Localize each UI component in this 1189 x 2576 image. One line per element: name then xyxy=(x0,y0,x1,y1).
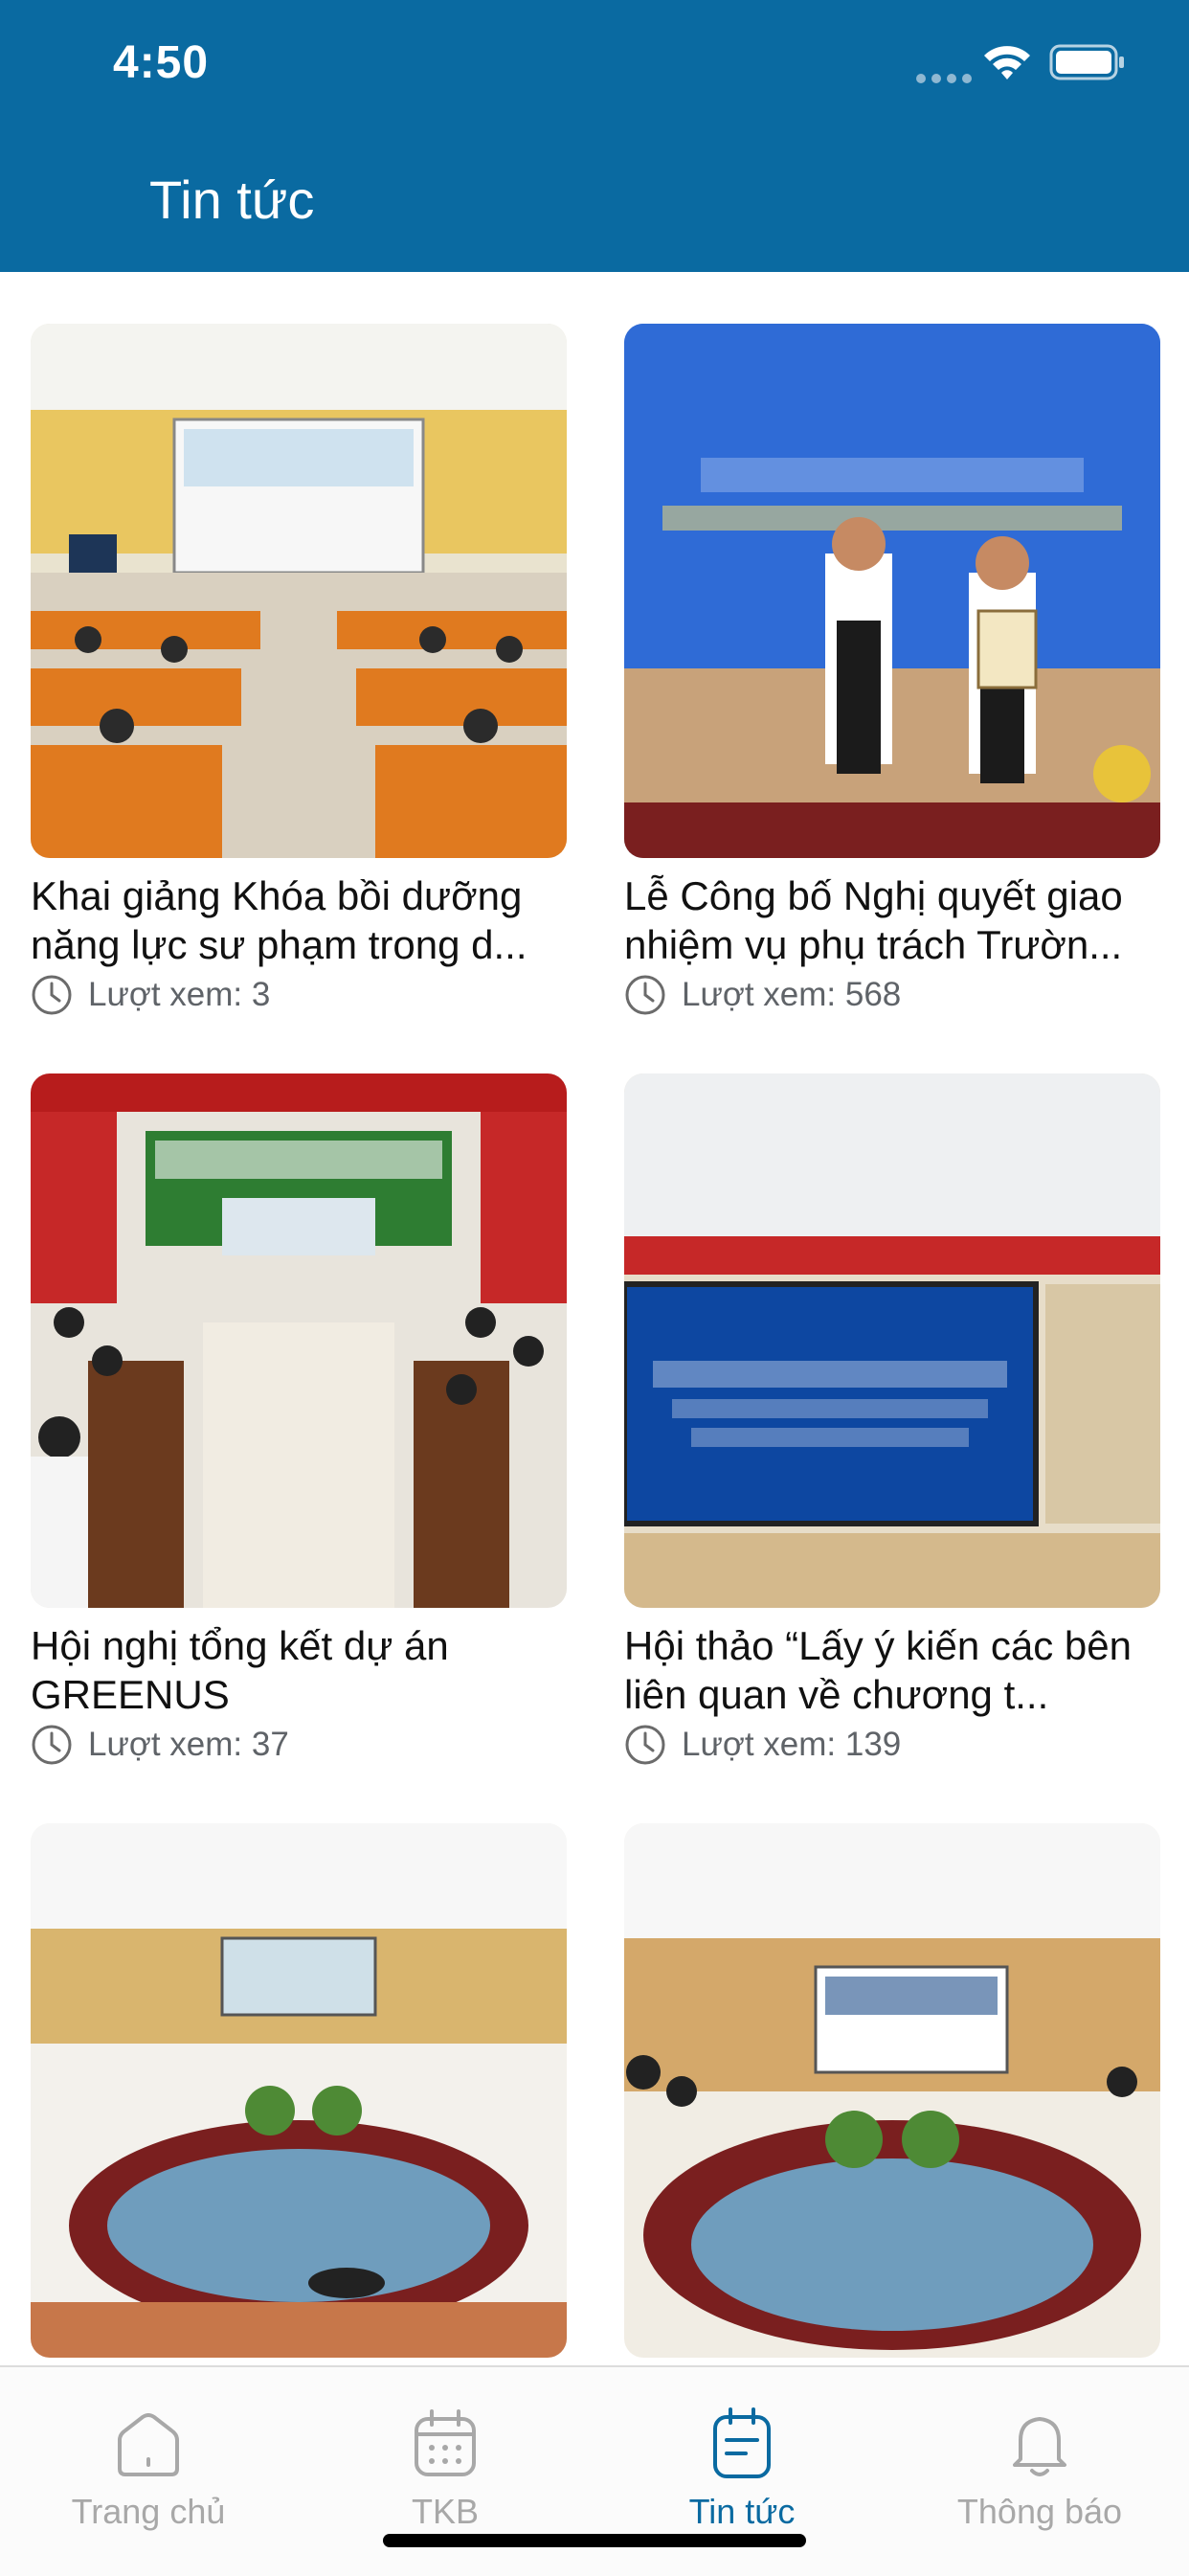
tab-news[interactable]: Tin tức xyxy=(598,2406,886,2532)
ceremony-photo xyxy=(624,324,1160,858)
tab-notifications-label: Thông báo xyxy=(956,2492,1123,2531)
view-count-label: Lượt xem: 3 xyxy=(88,976,271,1013)
tab-tkb-label: TKB xyxy=(411,2492,479,2531)
news-card[interactable]: Lễ Công bố Nghị quyết giao nhiệm vụ phụ … xyxy=(624,324,1160,1021)
view-count: Lượt xem: 139 xyxy=(624,1719,1160,1771)
app-header: 4:50 Tin tức xyxy=(0,0,1189,272)
delegation-meeting-photo xyxy=(624,1823,1160,2358)
wifi-icon xyxy=(984,46,1030,79)
news-thumbnail[interactable] xyxy=(624,1823,1160,2358)
news-title[interactable]: Hội nghị tổng kết dự án GREENUS xyxy=(31,1621,567,1719)
tab-news-label: Tin tức xyxy=(688,2492,796,2531)
page-title: Tin tức xyxy=(149,169,315,230)
news-thumbnail[interactable] xyxy=(624,1073,1160,1608)
clock-icon xyxy=(32,1725,72,1765)
news-thumbnail[interactable] xyxy=(31,1823,567,2358)
conference-photo xyxy=(31,1073,567,1608)
view-count-label: Lượt xem: 139 xyxy=(682,1726,902,1763)
news-thumbnail[interactable] xyxy=(31,324,567,858)
home-icon xyxy=(118,2413,179,2476)
news-card[interactable]: Khai giảng Khóa bồi dưỡng năng lực sư ph… xyxy=(31,324,567,1021)
news-grid[interactable]: Khai giảng Khóa bồi dưỡng năng lực sư ph… xyxy=(0,272,1189,2365)
news-title[interactable]: Khai giảng Khóa bồi dưỡng năng lực sư ph… xyxy=(31,871,567,969)
news-card[interactable]: Hội thảo “Lấy ý kiến các bên liên quan v… xyxy=(624,1073,1160,1771)
status-time: 4:50 xyxy=(113,37,210,88)
tab-tkb[interactable]: TKB xyxy=(302,2406,589,2532)
view-count-label: Lượt xem: 568 xyxy=(682,976,902,1013)
view-count-label: Lượt xem: 37 xyxy=(88,1726,289,1763)
tab-notifications[interactable]: Thông báo xyxy=(896,2406,1183,2532)
news-card[interactable] xyxy=(624,1823,1160,2365)
news-card[interactable]: Hội nghị tổng kết dự án GREENUS Lượt xem… xyxy=(31,1073,567,1771)
cellular-signal-icon xyxy=(916,74,972,83)
battery-icon xyxy=(1049,44,1124,80)
view-count: Lượt xem: 3 xyxy=(31,969,567,1021)
news-title[interactable]: Hội thảo “Lấy ý kiến các bên liên quan v… xyxy=(624,1621,1160,1719)
bell-icon xyxy=(1013,2417,1066,2476)
news-card[interactable] xyxy=(31,1823,567,2365)
calendar-icon xyxy=(415,2409,476,2476)
clock-icon xyxy=(625,1725,665,1765)
clock-icon xyxy=(625,975,665,1015)
tab-home[interactable]: Trang chủ xyxy=(5,2406,292,2532)
view-count: Lượt xem: 568 xyxy=(624,969,1160,1021)
view-count: Lượt xem: 37 xyxy=(31,1719,567,1771)
clock-icon xyxy=(32,975,72,1015)
lecture-hall-photo xyxy=(31,324,567,858)
home-indicator[interactable] xyxy=(383,2534,806,2547)
seminar-screen-photo xyxy=(624,1073,1160,1608)
news-icon xyxy=(713,2407,771,2478)
news-title[interactable]: Lễ Công bố Nghị quyết giao nhiệm vụ phụ … xyxy=(624,871,1160,969)
meeting-room-photo xyxy=(31,1823,567,2358)
tab-home-label: Trang chủ xyxy=(71,2492,226,2531)
news-thumbnail[interactable] xyxy=(624,324,1160,858)
news-thumbnail[interactable] xyxy=(31,1073,567,1608)
